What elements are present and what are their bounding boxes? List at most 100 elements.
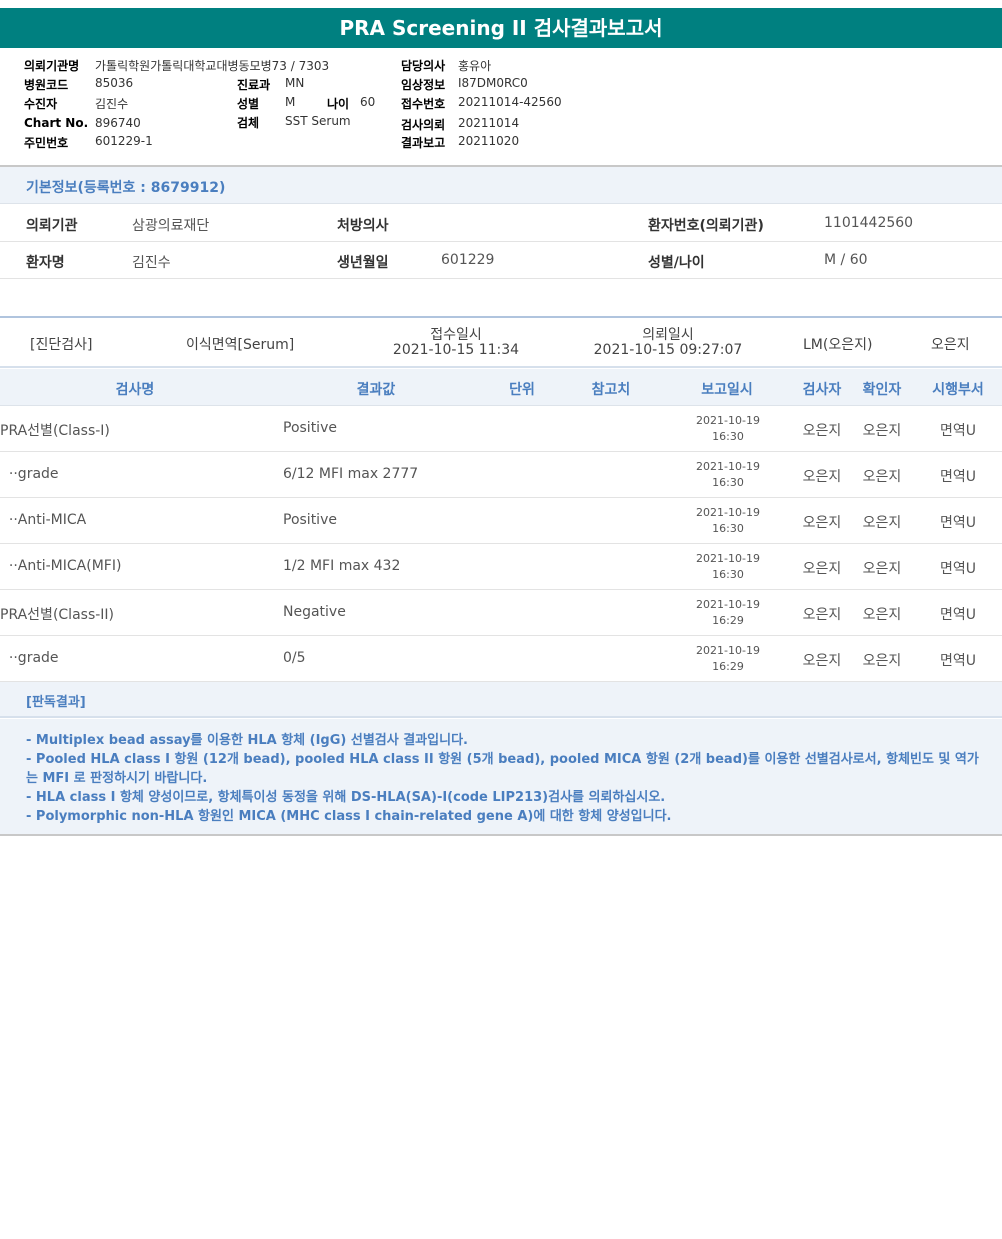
interpretation-header: [판독결과] (0, 682, 1002, 718)
chart-label: Chart No. (24, 116, 89, 130)
col-test-name: 검사명 (115, 382, 155, 398)
idno-value: 601229-1 (95, 134, 153, 148)
report-date: 2021-10-19 (696, 644, 760, 657)
test-name: ··Anti-MICA(MFI) (0, 558, 122, 574)
dob-value: 601229 (441, 252, 495, 268)
received-label: 접수일시 (430, 327, 482, 343)
test-name: ··grade (0, 466, 59, 482)
request-label: 검사의뢰 (401, 118, 446, 132)
report-datetime: 2021-10-19 16:29 (690, 643, 766, 675)
examiner: 오은지 (802, 423, 842, 439)
confirmer: 오은지 (862, 607, 902, 623)
specimen-value: SST Serum (285, 114, 351, 128)
hospital-label: 의뢰기관명 (24, 59, 80, 73)
doctor-label: 담당의사 (401, 59, 446, 73)
org-label: 의뢰기관 (26, 218, 78, 234)
col-report-date: 보고일시 (701, 382, 753, 398)
test-result: Positive (283, 512, 337, 528)
age-value: 60 (360, 95, 376, 109)
examiner: 오은지 (802, 515, 842, 531)
department: 면역U (939, 561, 976, 577)
results-table-body: PRA선별(Class-I) Positive 2021-10-19 16:30 … (0, 406, 1002, 682)
patient-no-label: 환자번호(의뢰기관) (648, 218, 764, 234)
department: 면역U (939, 469, 976, 485)
report-date: 2021-10-19 (696, 460, 760, 473)
test-name: ··grade (0, 650, 59, 666)
idno-label: 주민번호 (24, 136, 69, 150)
code-value: 85036 (95, 76, 134, 90)
sex-value: M (285, 95, 296, 109)
examiner: 오은지 (802, 607, 842, 623)
patient-value: 김진수 (95, 97, 129, 111)
test-result: Positive (283, 420, 337, 436)
patient-no-value: 1101442560 (824, 215, 914, 231)
confirmer: 오은지 (862, 423, 902, 439)
test-name: ··Anti-MICA (0, 512, 87, 528)
col-result: 결과값 (356, 382, 396, 398)
report-datetime: 2021-10-19 16:30 (690, 413, 766, 445)
test-result: Negative (283, 604, 346, 620)
specimen-label: 검체 (237, 116, 260, 130)
test-name: PRA선별(Class-I) (0, 423, 110, 439)
exam-category: [진단검사] (30, 337, 93, 353)
patient-label: 수진자 (24, 97, 58, 111)
clinical-value: I87DM0RC0 (458, 76, 528, 90)
requested-label: 의뢰일시 (642, 327, 694, 343)
sexage-label: 성별/나이 (648, 255, 705, 271)
interpretation-line: 는 MFI 로 판정하시기 바랍니다. (26, 771, 208, 786)
org-value: 삼광의료재단 (132, 218, 210, 234)
hospital-value: 가톨릭학원가톨릭대학교대병동모병73 / 7303 (95, 59, 330, 73)
department: 면역U (939, 515, 976, 531)
interpretation-line: - Multiplex bead assay를 이용한 HLA 항체 (IgG)… (26, 733, 468, 748)
report-date: 2021-10-19 (696, 506, 760, 519)
exam-person: 오은지 (931, 337, 970, 353)
code-label: 병원코드 (24, 78, 69, 92)
info-row-org: 의뢰기관 삼광의료재단 처방의사 환자번호(의뢰기관) 1101442560 (0, 205, 1002, 242)
interpretation-body: - Multiplex bead assay를 이용한 HLA 항체 (IgG)… (0, 719, 1002, 836)
prescriber-label: 처방의사 (337, 218, 389, 234)
sex-label: 성별 (237, 97, 260, 111)
dob-label: 생년월일 (337, 255, 389, 271)
col-department: 시행부서 (932, 382, 984, 398)
sexage-value: M / 60 (824, 252, 868, 268)
confirmer: 오은지 (862, 653, 902, 669)
report-header: 의뢰기관명 가톨릭학원가톨릭대학교대병동모병73 / 7303 병원코드 850… (0, 48, 1002, 165)
report-label: 결과보고 (401, 136, 446, 150)
col-reference: 참고치 (591, 382, 631, 398)
interpretation-line: - Polymorphic non-HLA 항원인 MICA (MHC clas… (26, 809, 672, 824)
test-name: PRA선별(Class-II) (0, 607, 115, 623)
report-datetime: 2021-10-19 16:30 (690, 551, 766, 583)
confirmer: 오은지 (862, 515, 902, 531)
test-result: 6/12 MFI max 2777 (283, 466, 419, 482)
dept-label: 진료과 (237, 78, 271, 92)
received-value: 2021-10-15 11:34 (392, 342, 520, 358)
confirmer: 오은지 (862, 561, 902, 577)
age-label: 나이 (327, 97, 350, 111)
confirmer: 오은지 (862, 469, 902, 485)
request-value: 20211014 (458, 116, 520, 130)
receipt-value: 20211014-42560 (458, 95, 562, 109)
table-row: PRA선별(Class-I) Positive 2021-10-19 16:30 … (0, 406, 1002, 452)
report-title: PRA Screening II 검사결과보고서 (0, 8, 1002, 48)
examiner: 오은지 (802, 469, 842, 485)
report-time: 16:30 (712, 476, 744, 489)
test-result: 0/5 (283, 650, 306, 666)
dept-value: MN (285, 76, 305, 90)
name-label: 환자명 (26, 255, 65, 271)
receipt-label: 접수번호 (401, 97, 446, 111)
report-date: 2021-10-19 (696, 414, 760, 427)
table-row: ··grade 6/12 MFI max 2777 2021-10-19 16:3… (0, 452, 1002, 498)
examiner: 오은지 (802, 561, 842, 577)
clinical-label: 임상정보 (401, 78, 446, 92)
department: 면역U (939, 423, 976, 439)
table-row: ··Anti-MICA(MFI) 1/2 MFI max 432 2021-10… (0, 544, 1002, 590)
results-table-header: 검사명 결과값 단위 참고치 보고일시 검사자 확인자 시행부서 (0, 369, 1002, 406)
report-datetime: 2021-10-19 16:30 (690, 459, 766, 491)
lm-value: LM(오은지) (803, 337, 873, 353)
test-result: 1/2 MFI max 432 (283, 558, 401, 574)
report-date: 2021-10-19 (696, 598, 760, 611)
report-value: 20211020 (458, 134, 520, 148)
info-row-name: 환자명 김진수 생년월일 601229 성별/나이 M / 60 (0, 242, 1002, 279)
col-confirmer: 확인자 (862, 382, 902, 398)
exam-header: [진단검사] 이식면역[Serum] 접수일시 2021-10-15 11:34… (0, 318, 1002, 368)
